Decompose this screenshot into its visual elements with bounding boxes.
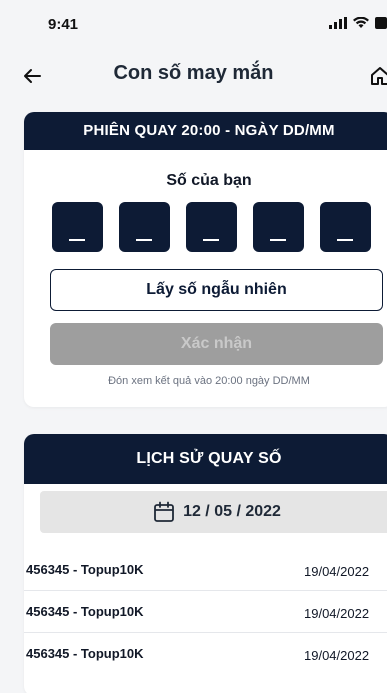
history-row-title: 456345 - Topup10K [26,604,144,619]
history-row[interactable]: 456345 - Topup10K 19/04/2022 [24,591,387,633]
history-row-title: 456345 - Topup10K [26,562,144,577]
history-row-title: 456345 - Topup10K [26,646,144,661]
history-row-date: 19/04/2022 [304,606,370,621]
battery-icon [375,17,387,29]
history-row[interactable]: 456345 - Topup10K 19/04/2022 [24,549,387,591]
draw-card: PHIÊN QUAY 20:00 - NGÀY DD/MM Số của bạn… [24,112,387,407]
signal-icon [329,17,347,29]
draw-session-header: PHIÊN QUAY 20:00 - NGÀY DD/MM [24,112,387,150]
status-bar: 9:41 [0,0,387,52]
page-title: Con số may mắn [113,62,274,84]
calendar-icon [154,501,174,522]
home-icon[interactable] [368,64,387,88]
nav-bar: Con số may mắn [0,58,387,94]
digit-box-1[interactable] [52,202,103,252]
date-picker[interactable]: 12 / 05 / 2022 [40,491,387,533]
selected-date: 12 / 05 / 2022 [183,503,281,520]
history-card: LỊCH SỬ QUAY SỐ 12 / 05 / 2022 456345 - … [24,434,387,693]
digit-inputs [52,202,371,252]
digit-box-2[interactable] [119,202,170,252]
your-number-label: Số của bạn [166,172,252,189]
history-row[interactable]: 456345 - Topup10K 19/04/2022 [24,633,387,675]
result-note: Đón xem kết quả vào 20:00 ngày DD/MM [108,375,310,387]
confirm-button[interactable]: Xác nhận [50,323,383,365]
random-number-button[interactable]: Lấy số ngẫu nhiên [50,269,383,311]
history-header: LỊCH SỬ QUAY SỐ [24,434,387,484]
digit-box-3[interactable] [186,202,237,252]
digit-box-5[interactable] [320,202,371,252]
status-icons [329,17,387,29]
history-row-date: 19/04/2022 [304,564,370,579]
history-list: 456345 - Topup10K 19/04/2022 456345 - To… [24,549,387,675]
history-row-date: 19/04/2022 [304,648,370,663]
wifi-icon [353,17,369,28]
digit-box-4[interactable] [253,202,304,252]
status-time: 9:41 [48,16,79,33]
